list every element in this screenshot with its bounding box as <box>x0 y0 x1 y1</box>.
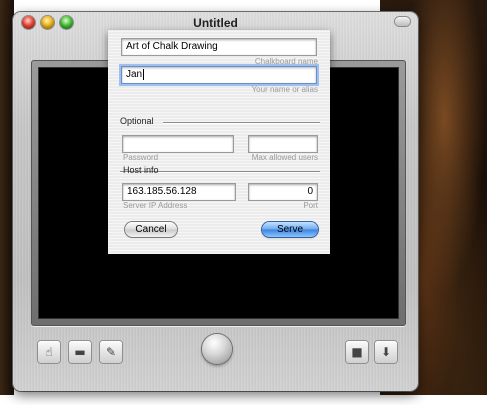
user-name-field[interactable]: Jan <box>122 67 316 83</box>
max-users-field[interactable] <box>249 136 317 152</box>
toolbar-toggle-button[interactable] <box>395 17 410 26</box>
max-users-hint: Max allowed users <box>251 153 318 162</box>
hand-icon: ☝ <box>45 345 53 359</box>
eraser-icon: ▬ <box>74 345 86 359</box>
server-ip-hint: Server IP Address <box>123 201 188 210</box>
cancel-button[interactable]: Cancel <box>125 222 177 237</box>
password-hint: Password <box>123 153 159 162</box>
pencil-icon: ✎ <box>105 345 117 359</box>
user-name-hint: Your name or alias <box>251 85 318 94</box>
chalkboard-name-hint: Chalkboard name <box>254 57 318 66</box>
optional-section-label: Optional <box>120 116 154 126</box>
serve-button[interactable]: Serve <box>262 222 318 237</box>
desktop-background-left <box>0 0 14 395</box>
download-arrow-icon: ⬇ <box>380 345 392 359</box>
serve-sheet-dialog: Art of Chalk Drawing Chalkboard name Jan… <box>108 30 330 254</box>
eraser-tool-button[interactable]: ▬ <box>69 341 91 363</box>
window-title: Untitled <box>193 16 238 30</box>
camera-icon: ■ <box>351 345 363 359</box>
text-caret <box>143 68 145 80</box>
hand-tool-button[interactable]: ☝ <box>38 341 60 363</box>
chalkboard-name-field[interactable]: Art of Chalk Drawing <box>122 39 316 55</box>
server-ip-field[interactable]: 163.185.56.128 <box>123 184 235 200</box>
color-knob[interactable] <box>202 334 232 364</box>
port-hint: Port <box>303 201 318 210</box>
port-field[interactable]: 0 <box>249 184 317 200</box>
host-info-section-label: Host info <box>123 165 159 175</box>
camera-button[interactable]: ■ <box>346 341 368 363</box>
optional-divider <box>163 122 320 123</box>
password-field[interactable] <box>123 136 233 152</box>
pencil-tool-button[interactable]: ✎ <box>100 341 122 363</box>
download-button[interactable]: ⬇ <box>375 341 397 363</box>
user-name-value: Jan <box>126 69 143 80</box>
